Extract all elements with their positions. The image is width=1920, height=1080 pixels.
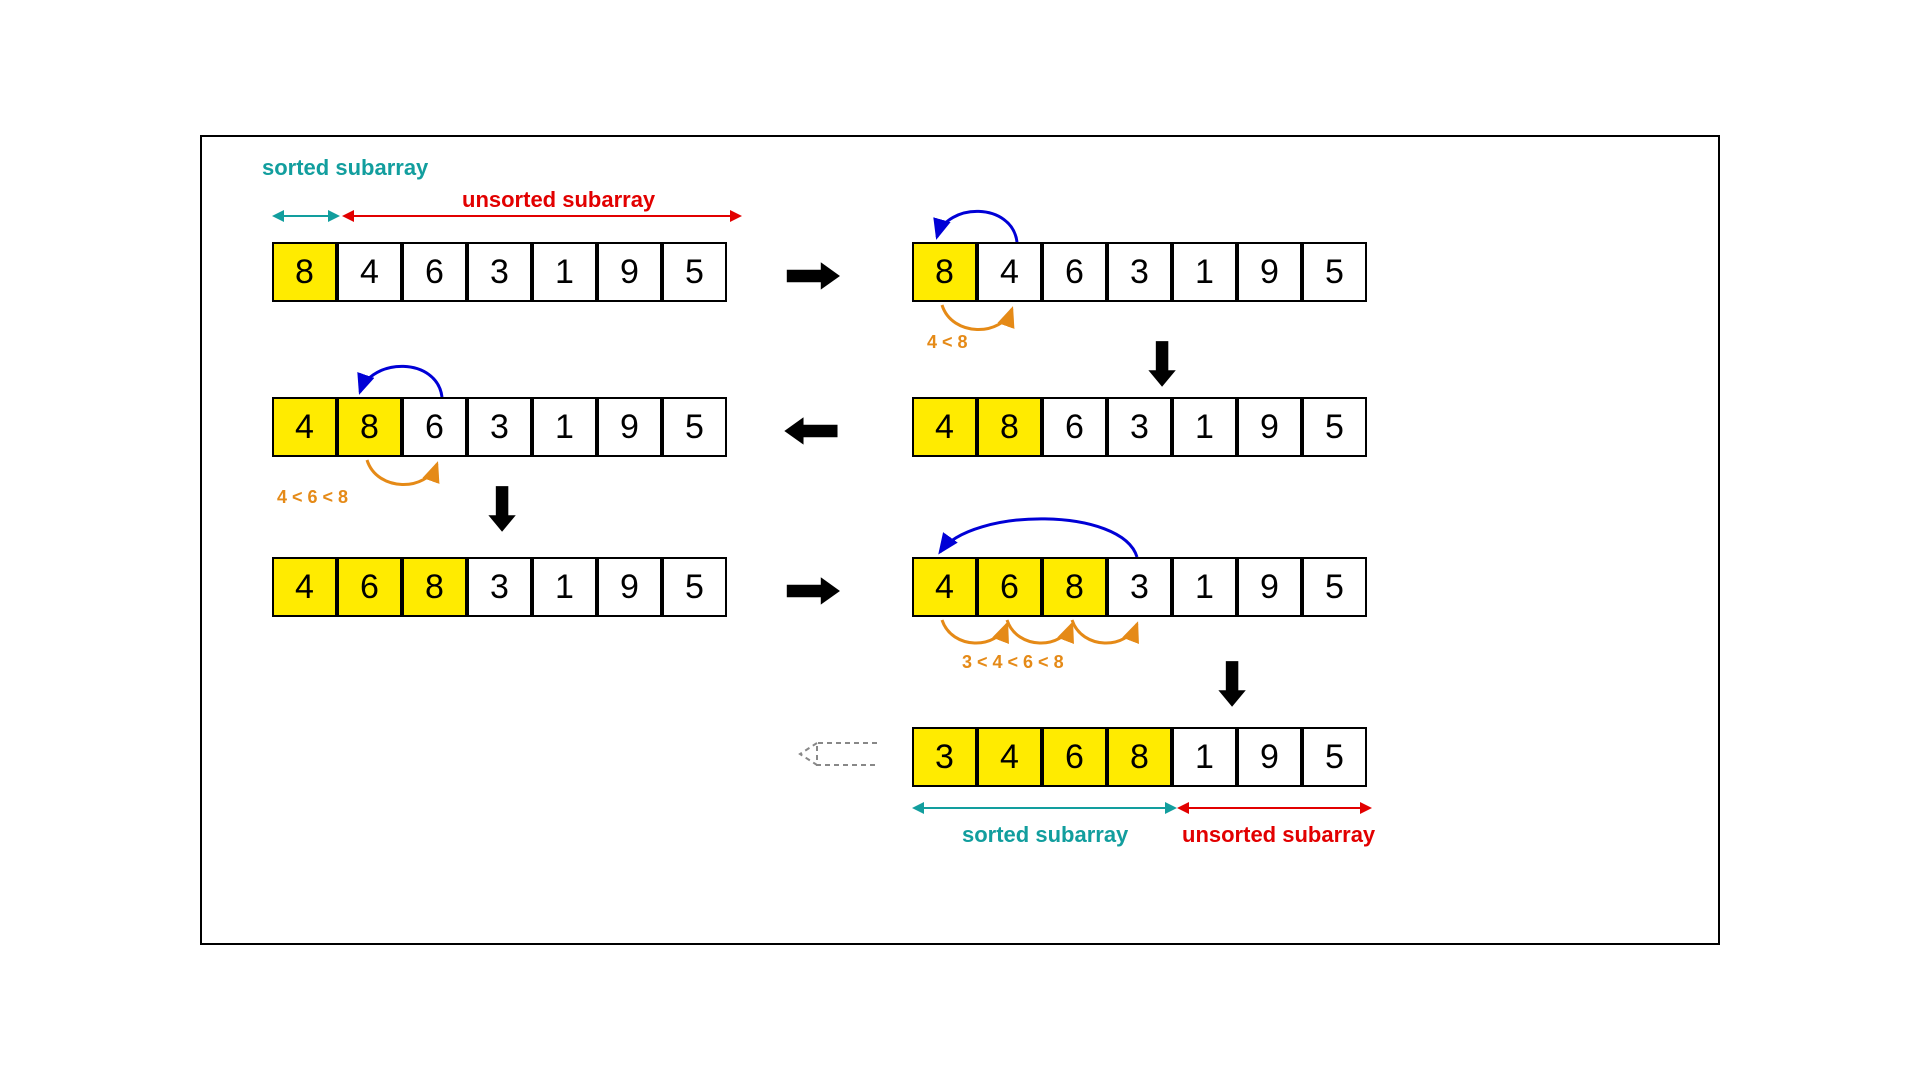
- arrow-dashed-left-icon: [792, 737, 882, 771]
- array-step-1: 8 4 6 3 1 9 5: [272, 242, 727, 302]
- array-cell: 8: [402, 557, 467, 617]
- array-cell: 5: [662, 242, 727, 302]
- array-cell: 6: [402, 397, 467, 457]
- array-cell: 1: [1172, 397, 1237, 457]
- compare-label-step3: 4 < 6 < 8: [277, 487, 348, 508]
- label-unsorted-bottom: unsorted subarray: [1182, 822, 1375, 848]
- array-cell: 8: [977, 397, 1042, 457]
- arrow-right-icon: ➡: [784, 562, 840, 618]
- array-cell: 9: [597, 397, 662, 457]
- array-step-2: 8 4 6 3 1 9 5: [912, 242, 1367, 302]
- array-cell: 8: [1107, 727, 1172, 787]
- compare-arc-blue: [912, 507, 1172, 562]
- compare-arc-blue: [912, 197, 1052, 247]
- array-cell: 4: [977, 727, 1042, 787]
- array-cell: 3: [912, 727, 977, 787]
- array-cell: 8: [272, 242, 337, 302]
- array-step-7: 3 4 6 8 1 9 5: [912, 727, 1367, 787]
- array-cell: 4: [912, 557, 977, 617]
- array-cell: 9: [1237, 727, 1302, 787]
- array-cell: 5: [1302, 557, 1367, 617]
- compare-label-step2: 4 < 8: [927, 332, 968, 353]
- array-cell: 5: [662, 557, 727, 617]
- array-cell: 1: [1172, 727, 1237, 787]
- arrow-right-icon: ➡: [784, 247, 840, 303]
- array-cell: 5: [1302, 242, 1367, 302]
- array-cell: 6: [977, 557, 1042, 617]
- array-cell: 4: [272, 397, 337, 457]
- array-cell: 6: [337, 557, 402, 617]
- label-sorted-top: sorted subarray: [262, 155, 352, 181]
- array-cell: 3: [1107, 397, 1172, 457]
- array-cell: 3: [467, 397, 532, 457]
- array-cell: 8: [912, 242, 977, 302]
- array-cell: 9: [597, 557, 662, 617]
- array-cell: 1: [532, 242, 597, 302]
- array-cell: 1: [532, 557, 597, 617]
- arrow-down-icon: ⬇: [482, 476, 522, 543]
- range-sorted-bottom: [922, 807, 1167, 809]
- array-cell: 5: [1302, 397, 1367, 457]
- arrow-down-icon: ⬇: [1212, 651, 1252, 718]
- arrow-down-icon: ⬇: [1142, 331, 1182, 398]
- array-step-6: 4 6 8 3 1 9 5: [912, 557, 1367, 617]
- array-cell: 4: [272, 557, 337, 617]
- arrow-left-icon: ⬅: [784, 402, 840, 458]
- label-unsorted-top: unsorted subarray: [462, 187, 655, 213]
- array-cell: 1: [532, 397, 597, 457]
- array-cell: 8: [337, 397, 402, 457]
- range-unsorted-top: [352, 215, 732, 217]
- array-cell: 5: [1302, 727, 1367, 787]
- array-cell: 6: [1042, 727, 1107, 787]
- range-unsorted-bottom: [1187, 807, 1362, 809]
- array-cell: 6: [1042, 397, 1107, 457]
- label-sorted-bottom: sorted subarray: [962, 822, 1128, 848]
- compare-arc-blue: [332, 352, 482, 402]
- shift-arc-orange: [332, 452, 492, 497]
- array-cell: 3: [467, 242, 532, 302]
- array-cell: 4: [337, 242, 402, 302]
- array-step-5: 4 6 8 3 1 9 5: [272, 557, 727, 617]
- diagram-frame: sorted subarray unsorted subarray 8 4 6 …: [200, 135, 1720, 945]
- array-step-3: 4 8 6 3 1 9 5: [272, 397, 727, 457]
- array-cell: 3: [1107, 242, 1172, 302]
- array-cell: 9: [1237, 557, 1302, 617]
- compare-label-step6: 3 < 4 < 6 < 8: [962, 652, 1064, 673]
- array-cell: 9: [597, 242, 662, 302]
- array-cell: 5: [662, 397, 727, 457]
- array-step-4: 4 8 6 3 1 9 5: [912, 397, 1367, 457]
- range-sorted-top: [282, 215, 330, 217]
- array-cell: 6: [1042, 242, 1107, 302]
- array-cell: 1: [1172, 557, 1237, 617]
- array-cell: 6: [402, 242, 467, 302]
- array-cell: 1: [1172, 242, 1237, 302]
- array-cell: 4: [977, 242, 1042, 302]
- array-cell: 9: [1237, 242, 1302, 302]
- diagram-stage: sorted subarray unsorted subarray 8 4 6 …: [202, 137, 1718, 943]
- array-cell: 3: [1107, 557, 1172, 617]
- array-cell: 9: [1237, 397, 1302, 457]
- array-cell: 3: [467, 557, 532, 617]
- array-cell: 4: [912, 397, 977, 457]
- array-cell: 8: [1042, 557, 1107, 617]
